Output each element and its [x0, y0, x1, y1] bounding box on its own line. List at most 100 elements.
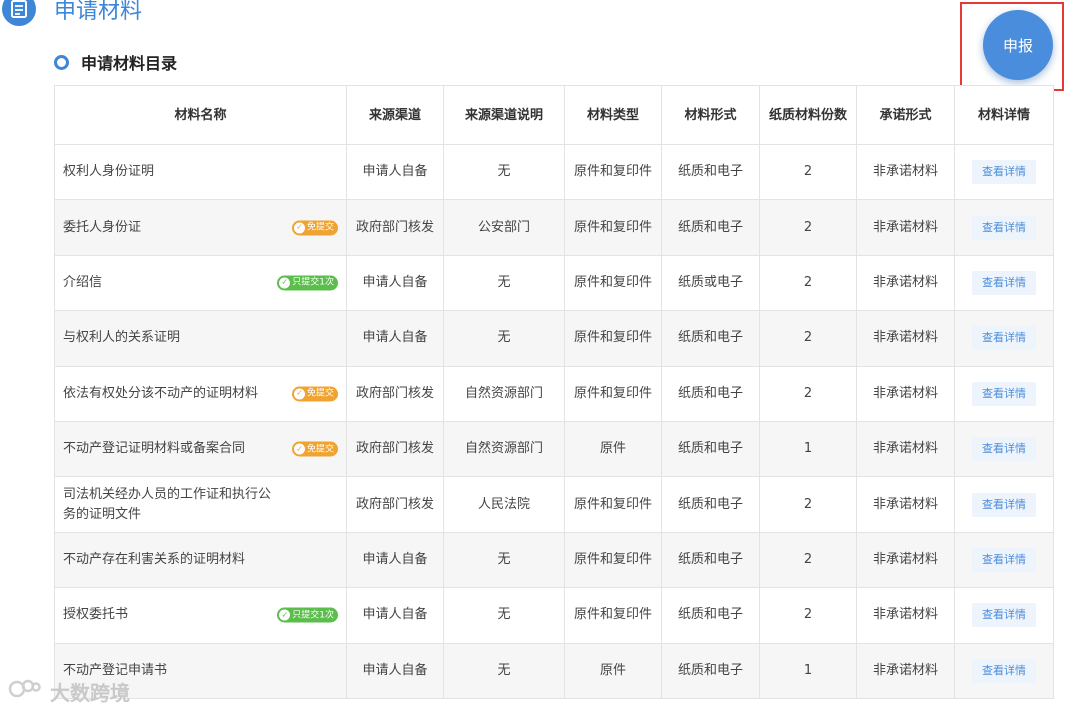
cell-type: 原件和复印件 [564, 254, 662, 312]
cell-source-note: 无 [443, 642, 565, 699]
submission-tag: ✓ 只提交1次 [277, 275, 338, 291]
cell-type: 原件 [564, 642, 662, 699]
material-name-cell: 权利人身份证明 [54, 143, 347, 201]
table-row: 依法有权处分该不动产的证明材料 ✓ 免提交 政府部门核发 自然资源部门 原件和复印件 纸质和… [54, 365, 1054, 422]
cell-detail: 查看详情 [954, 310, 1054, 367]
section-header: 申请材料 [0, 0, 142, 26]
column-header: 材料名称 [54, 85, 347, 145]
view-detail-button[interactable]: 查看详情 [972, 160, 1036, 185]
submission-tag: ✓ 只提交1次 [277, 607, 338, 623]
cell-promise: 非承诺材料 [856, 254, 955, 312]
cell-detail: 查看详情 [954, 254, 1054, 312]
cell-copies: 2 [759, 310, 857, 367]
cell-promise: 非承诺材料 [856, 642, 955, 699]
table-body: 权利人身份证明 申请人自备无原件和复印件 纸质和电子 2 非承诺材料 查看详情 委托人身份证… [54, 143, 1054, 699]
tag-icon: ✓ [279, 609, 291, 621]
column-header: 来源渠道说明 [443, 85, 565, 145]
cell-source-note: 自然资源部门 [443, 420, 565, 478]
cell-source-note: 无 [443, 587, 565, 644]
submission-tag: ✓ 免提交 [291, 220, 338, 236]
cell-type: 原件和复印件 [564, 531, 662, 589]
view-detail-button[interactable]: 查看详情 [972, 215, 1036, 240]
cell-form: 纸质和电子 [661, 531, 760, 589]
view-detail-button[interactable]: 查看详情 [972, 603, 1036, 628]
cell-detail: 查看详情 [954, 476, 1054, 533]
material-name: 不动产存在利害关系的证明材料 [63, 551, 246, 567]
cell-detail: 查看详情 [954, 587, 1054, 644]
section-title: 申请材料 [54, 0, 143, 24]
cell-copies: 2 [759, 531, 857, 589]
subsection-header: 申请材料目录 [54, 50, 177, 74]
cell-source: 申请人自备 [346, 143, 444, 201]
material-name: 权利人身份证明 [63, 164, 155, 180]
cell-form: 纸质和电子 [661, 420, 760, 478]
cell-copies: 2 [759, 476, 857, 533]
cell-source: 申请人自备 [346, 531, 444, 589]
cell-source: 申请人自备 [346, 587, 444, 644]
tag-icon: ✓ [293, 388, 305, 400]
column-header: 承诺形式 [856, 85, 955, 145]
cell-form: 纸质和电子 [661, 476, 760, 533]
table-row: 权利人身份证明 申请人自备无原件和复印件 纸质和电子 2 非承诺材料 查看详情 [54, 143, 1054, 201]
table-row: 委托人身份证 ✓ 免提交 政府部门核发 公安部门 原件和复印件 纸质和电子 2 非承诺材料 查看详… [54, 199, 1054, 256]
cell-form: 纸质和电子 [661, 587, 760, 644]
ring-icon [54, 54, 69, 70]
material-name-cell: 不动产存在利害关系的证明材料 [54, 531, 347, 589]
cell-copies: 2 [759, 365, 857, 422]
table-row: 不动产存在利害关系的证明材料 申请人自备无原件和复印件 纸质和电子 2 非承诺材料 查看详… [54, 531, 1054, 589]
materials-table: 材料名称 来源渠道 来源渠道说明 材料类型 材料形式 纸质材料份数 承诺形式 材料详情 权利人… [54, 85, 1054, 699]
cell-form: 纸质和电子 [661, 642, 760, 699]
view-detail-button[interactable]: 查看详情 [972, 492, 1036, 517]
cell-type: 原件和复印件 [564, 199, 662, 256]
table-row: 介绍信 ✓ 只提交1次 申请人自备无原件和复印件 纸质或电子 2 非承诺材料 查看详情 [54, 254, 1054, 312]
cell-source: 政府部门核发 [346, 476, 444, 533]
table-row: 司法机关经办人员的工作证和执行公务的证明文件 政府部门核发 人民法院 原件和复印件 纸质… [54, 476, 1054, 533]
cell-copies: 2 [759, 587, 857, 644]
cell-copies: 1 [759, 420, 857, 478]
apply-button[interactable]: 申报 [983, 10, 1053, 80]
material-name-cell: 不动产登记证明材料或备案合同 ✓ 免提交 [54, 420, 347, 478]
tag-label: 免提交 [306, 388, 334, 399]
cell-promise: 非承诺材料 [856, 476, 955, 533]
cell-detail: 查看详情 [954, 531, 1054, 589]
cell-source-note: 无 [443, 254, 565, 312]
watermark: 大数跨境 [8, 676, 130, 706]
cell-source-note: 无 [443, 531, 565, 589]
cell-promise: 非承诺材料 [856, 420, 955, 478]
cell-promise: 非承诺材料 [856, 365, 955, 422]
cell-type: 原件和复印件 [564, 310, 662, 367]
material-name: 与权利人的关系证明 [63, 330, 181, 346]
material-name: 司法机关经办人员的工作证和执行公务的证明文件 [63, 486, 272, 522]
document-icon [2, 0, 36, 26]
cell-source: 申请人自备 [346, 310, 444, 367]
table-row: 不动产登记证明材料或备案合同 ✓ 免提交 政府部门核发 自然资源部门 原件 纸质和电子 1 非承… [54, 420, 1054, 478]
material-name-cell: 依法有权处分该不动产的证明材料 ✓ 免提交 [54, 365, 347, 422]
tag-label: 只提交1次 [292, 277, 334, 288]
view-detail-button[interactable]: 查看详情 [972, 658, 1036, 683]
column-header: 材料详情 [954, 85, 1054, 145]
material-name-cell: 与权利人的关系证明 [54, 310, 347, 367]
cell-copies: 2 [759, 143, 857, 201]
cell-detail: 查看详情 [954, 642, 1054, 699]
column-header: 材料形式 [661, 85, 760, 145]
cell-source: 申请人自备 [346, 642, 444, 699]
column-header: 材料类型 [564, 85, 662, 145]
view-detail-button[interactable]: 查看详情 [972, 547, 1036, 572]
view-detail-button[interactable]: 查看详情 [972, 381, 1036, 406]
cell-type: 原件和复印件 [564, 365, 662, 422]
table-row: 与权利人的关系证明 申请人自备无原件和复印件 纸质和电子 2 非承诺材料 查看详情 [54, 310, 1054, 367]
cell-source: 申请人自备 [346, 254, 444, 312]
cell-source-note: 自然资源部门 [443, 365, 565, 422]
cell-type: 原件和复印件 [564, 587, 662, 644]
cell-source: 政府部门核发 [346, 420, 444, 478]
view-detail-button[interactable]: 查看详情 [972, 326, 1036, 351]
table-header-row: 材料名称 来源渠道 来源渠道说明 材料类型 材料形式 纸质材料份数 承诺形式 材料详情 [54, 85, 1054, 145]
view-detail-button[interactable]: 查看详情 [972, 270, 1036, 295]
cell-promise: 非承诺材料 [856, 143, 955, 201]
cell-promise: 非承诺材料 [856, 310, 955, 367]
tag-label: 免提交 [306, 222, 334, 233]
tag-label: 免提交 [306, 444, 334, 455]
view-detail-button[interactable]: 查看详情 [972, 437, 1036, 462]
cell-copies: 2 [759, 199, 857, 256]
material-name-cell: 授权委托书 ✓ 只提交1次 [54, 587, 347, 644]
